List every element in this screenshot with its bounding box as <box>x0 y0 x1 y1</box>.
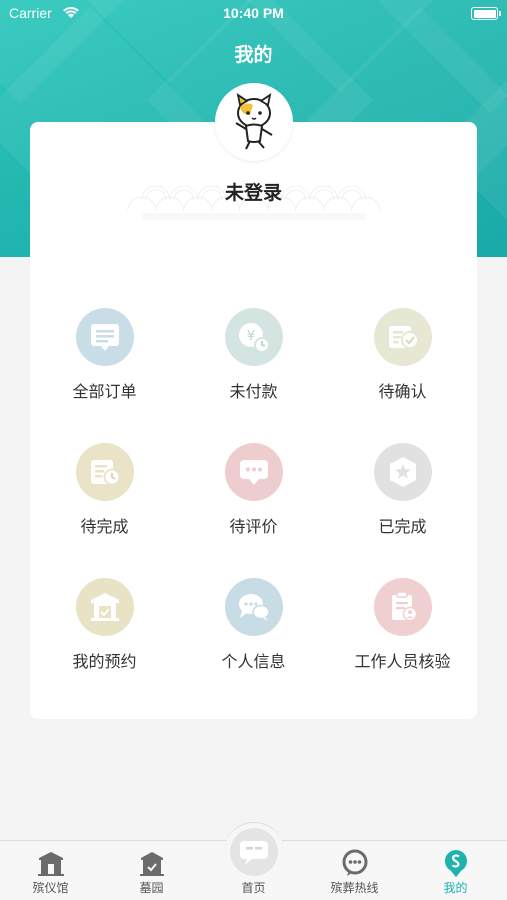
tab-cemetery[interactable]: 墓园 <box>101 841 202 900</box>
menu-grid: 全部订单 ¥ 未付款 待确认 待完成 待评价 已完成 我的预约 个人信息 工作人… <box>30 257 477 719</box>
menu-item-label: 全部订单 <box>72 382 137 401</box>
tab-label: 殡葬热线 <box>330 881 379 895</box>
menu-item-label: 待评价 <box>229 517 278 536</box>
menu-item-pending-confirm[interactable]: 待确认 <box>328 308 477 418</box>
menu-item-personal-info[interactable]: 个人信息 <box>179 578 328 688</box>
personal-info-chat-icon <box>224 578 283 636</box>
menu-item-my-reservation[interactable]: 我的预约 <box>30 578 179 688</box>
cat-mascot-icon <box>235 93 273 150</box>
menu-item-pending-complete[interactable]: 待完成 <box>30 443 179 553</box>
menu-item-label: 工作人员核验 <box>354 652 451 671</box>
menu-item-all-orders[interactable]: 全部订单 <box>30 308 179 418</box>
menu-item-label: 待完成 <box>80 517 129 536</box>
home-chat-icon[interactable] <box>230 828 278 876</box>
battery-icon <box>471 7 501 20</box>
menu-item-pending-review[interactable]: 待评价 <box>179 443 328 553</box>
reservation-building-icon <box>75 578 134 636</box>
menu-item-unpaid[interactable]: ¥ 未付款 <box>179 308 328 418</box>
funeral-home-icon <box>37 852 64 876</box>
tab-label: 我的 <box>443 881 468 895</box>
menu-item-label: 我的预约 <box>72 652 137 671</box>
login-status-label[interactable]: 未登录 <box>30 178 477 205</box>
pending-confirm-icon <box>373 308 432 366</box>
tab-my[interactable]: 我的 <box>405 841 506 900</box>
my-profile-icon <box>444 850 467 877</box>
tab-hotline[interactable]: 殡葬热线 <box>304 841 405 900</box>
tab-label: 殡仪馆 <box>32 881 69 895</box>
cemetery-icon <box>139 852 164 876</box>
menu-item-label: 待确认 <box>378 382 427 401</box>
menu-item-label: 个人信息 <box>221 652 286 671</box>
order-list-icon <box>75 308 134 366</box>
completed-star-icon <box>373 443 432 501</box>
page-title: 我的 <box>234 44 273 66</box>
status-bar: Carrier 10:40 PM <box>0 0 507 28</box>
pending-review-chat-icon <box>224 443 283 501</box>
staff-verify-clipboard-icon <box>373 578 432 636</box>
clock: 10:40 PM <box>223 5 284 21</box>
menu-item-label: 已完成 <box>378 517 427 536</box>
avatar[interactable] <box>215 83 293 161</box>
hotline-icon <box>342 849 367 876</box>
menu-item-staff-verification[interactable]: 工作人员核验 <box>328 578 477 688</box>
menu-item-label: 未付款 <box>229 382 278 401</box>
menu-item-completed[interactable]: 已完成 <box>328 443 477 553</box>
tab-label: 墓园 <box>139 881 164 895</box>
tab-funeral-home[interactable]: 殡仪馆 <box>0 841 101 900</box>
unpaid-yen-clock-icon: ¥ <box>224 308 283 366</box>
svg-text:¥: ¥ <box>246 329 254 344</box>
pending-complete-icon <box>75 443 134 501</box>
